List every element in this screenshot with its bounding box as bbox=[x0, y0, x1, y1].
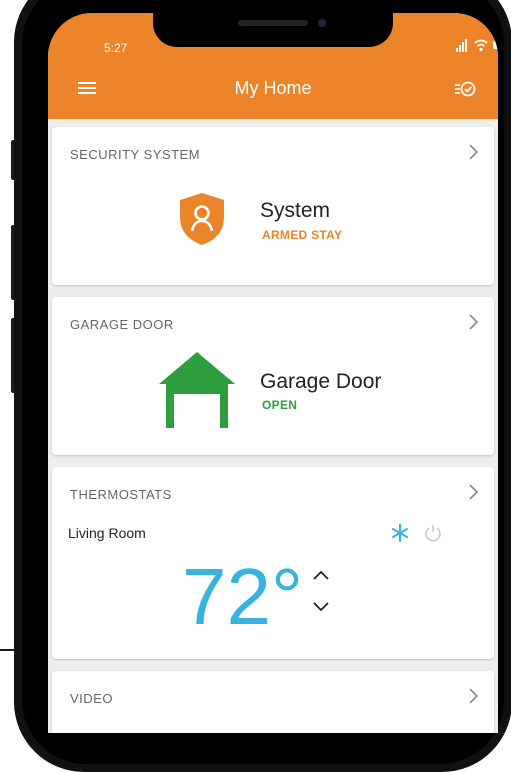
thermostat-temperature: 72° bbox=[182, 552, 303, 641]
garage-door-card[interactable]: GARAGE DOOR Garage Door OPEN bbox=[52, 297, 494, 455]
front-camera bbox=[318, 19, 326, 27]
wifi-icon bbox=[474, 39, 488, 52]
thermostat-room-name: Living Room bbox=[68, 525, 146, 541]
scenes-checklist-icon[interactable] bbox=[454, 79, 476, 99]
chevron-down-icon[interactable] bbox=[312, 601, 330, 613]
phone-frame: 5:27 My Home SECURITY SYSTEM System ARME… bbox=[14, 0, 511, 772]
thermostats-section-title: THERMOSTATS bbox=[70, 487, 172, 502]
thermostats-card[interactable]: THERMOSTATS Living Room 72° bbox=[52, 467, 494, 659]
signal-icon bbox=[456, 38, 470, 52]
chevron-right-icon[interactable] bbox=[468, 482, 480, 502]
status-time: 5:27 bbox=[104, 41, 128, 55]
video-card[interactable]: VIDEO bbox=[52, 671, 494, 733]
security-section-title: SECURITY SYSTEM bbox=[70, 147, 201, 162]
garage-open-icon bbox=[159, 352, 235, 428]
garage-device-name: Garage Door bbox=[260, 370, 382, 393]
security-system-card[interactable]: SECURITY SYSTEM System ARMED STAY bbox=[52, 127, 494, 285]
phone-notch bbox=[153, 13, 393, 47]
chevron-right-icon[interactable] bbox=[468, 686, 480, 706]
shield-icon bbox=[180, 193, 224, 245]
phone-screen: 5:27 My Home SECURITY SYSTEM System ARME… bbox=[48, 13, 498, 733]
page-title: My Home bbox=[234, 78, 312, 98]
garage-status: OPEN bbox=[262, 398, 298, 412]
chevron-up-icon[interactable] bbox=[312, 569, 330, 581]
speaker-grille bbox=[238, 20, 308, 26]
chevron-right-icon[interactable] bbox=[468, 142, 480, 162]
chevron-right-icon[interactable] bbox=[468, 312, 480, 332]
power-icon[interactable] bbox=[423, 523, 443, 543]
video-section-title: VIDEO bbox=[70, 691, 113, 706]
battery-icon bbox=[493, 41, 498, 49]
garage-section-title: GARAGE DOOR bbox=[70, 317, 174, 332]
security-status: ARMED STAY bbox=[262, 228, 343, 242]
snowflake-icon[interactable] bbox=[390, 523, 410, 543]
security-device-name: System bbox=[260, 199, 331, 222]
